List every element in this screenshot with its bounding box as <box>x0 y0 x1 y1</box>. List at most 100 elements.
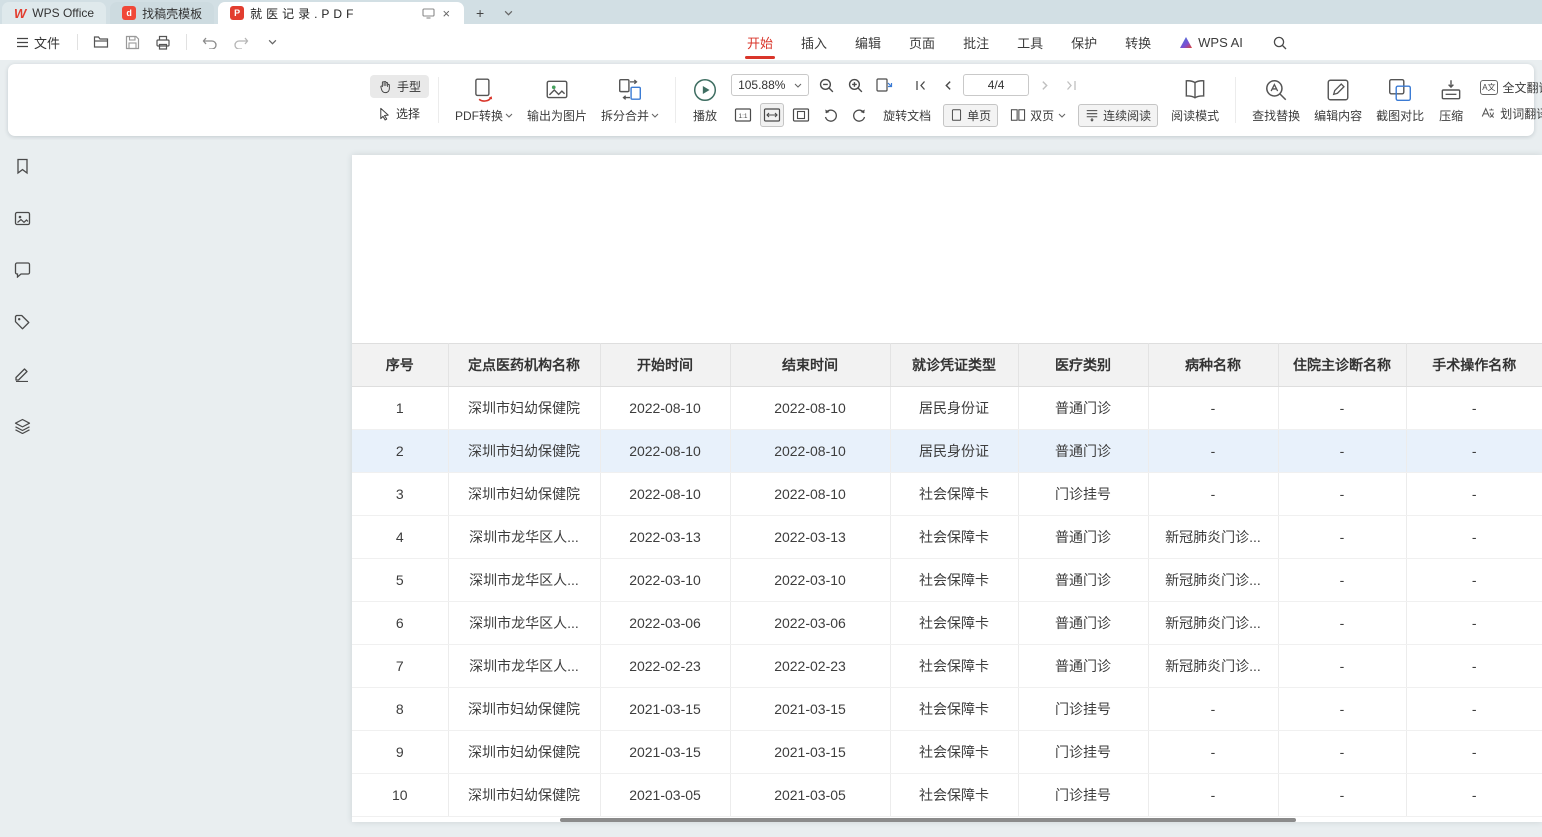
tab-list-chevron-icon[interactable] <box>498 3 518 23</box>
thumbnail-icon[interactable] <box>8 204 36 232</box>
hamburger-icon <box>16 37 29 48</box>
ribbon-tab-label: 保护 <box>1071 33 1097 52</box>
split-merge-button[interactable]: 拆分合并 <box>594 73 666 128</box>
tag-icon[interactable] <box>8 308 36 336</box>
ribbon-tab-label: 页面 <box>909 33 935 52</box>
table-cell: 2021-03-05 <box>600 774 730 817</box>
bookmark-icon[interactable] <box>8 152 36 180</box>
horizontal-scrollbar-thumb[interactable] <box>560 818 1296 822</box>
pdf-convert-button[interactable]: PDF转换 <box>448 73 520 128</box>
sign-pen-icon[interactable] <box>8 360 36 388</box>
history-chevron-icon[interactable] <box>260 30 284 54</box>
find-replace-icon <box>1263 77 1289 103</box>
ribbon-tab-label: 开始 <box>747 33 773 52</box>
edit-content-button[interactable]: 编辑内容 <box>1307 73 1369 128</box>
print-icon[interactable] <box>151 30 175 54</box>
tab-wps-office-home[interactable]: W WPS Office <box>2 2 106 24</box>
ribbon-tab-开始[interactable]: 开始 <box>733 24 787 60</box>
export-image-button[interactable]: 输出为图片 <box>520 73 594 128</box>
rotate-left-button[interactable] <box>818 103 842 127</box>
table-cell: 深圳市龙华区人... <box>448 559 600 602</box>
actual-size-button[interactable]: 1:1 <box>731 103 755 127</box>
full-translate-button[interactable]: A文 全文翻译 <box>1475 77 1542 98</box>
table-cell: 2022-08-10 <box>730 387 890 430</box>
open-folder-icon[interactable] <box>89 30 113 54</box>
ribbon-tab-label: 工具 <box>1017 33 1043 52</box>
undo-icon[interactable] <box>198 30 222 54</box>
new-tab-button[interactable]: + <box>470 3 490 23</box>
ribbon-tab-转换[interactable]: 转换 <box>1111 24 1165 60</box>
fit-width-button[interactable] <box>760 103 784 127</box>
table-cell: - <box>1406 688 1542 731</box>
ribbon-tab-WPS AI[interactable]: WPS AI <box>1165 24 1257 60</box>
screenshot-compare-button[interactable]: 截图对比 <box>1369 73 1431 128</box>
next-page-button[interactable] <box>1032 73 1056 97</box>
layers-icon[interactable] <box>8 412 36 440</box>
tab-document-active[interactable]: P 就医记录.PDF × <box>218 2 464 24</box>
save-icon[interactable] <box>120 30 144 54</box>
table-cell: 社会保障卡 <box>890 731 1018 774</box>
hand-tool-button[interactable]: 手型 <box>370 75 429 98</box>
find-replace-label: 查找替换 <box>1252 107 1300 124</box>
first-page-button[interactable] <box>909 73 933 97</box>
table-header-cell: 结束时间 <box>730 344 890 387</box>
compress-button[interactable]: 压缩 <box>1431 73 1471 128</box>
table-cell: 2021-03-15 <box>600 688 730 731</box>
file-menu-button[interactable]: 文件 <box>10 30 66 55</box>
table-cell: 10 <box>352 774 448 817</box>
table-cell: - <box>1148 774 1278 817</box>
word-translate-button[interactable]: 划词翻译 <box>1475 103 1542 124</box>
ribbon-tab-页面[interactable]: 页面 <box>895 24 949 60</box>
page-indicator-input[interactable] <box>963 74 1029 96</box>
previous-page-button[interactable] <box>936 73 960 97</box>
table-cell: 新冠肺炎门诊... <box>1148 645 1278 688</box>
select-tool-button[interactable]: 选择 <box>370 102 429 125</box>
comment-icon[interactable] <box>8 256 36 284</box>
continuous-read-icon <box>1085 108 1099 122</box>
table-cell: 2022-08-10 <box>730 473 890 516</box>
view-controls: 105.88% <box>731 73 1158 127</box>
table-cell: 社会保障卡 <box>890 473 1018 516</box>
table-cell: 2021-03-15 <box>730 688 890 731</box>
continuous-read-button[interactable]: 连续阅读 <box>1078 104 1158 127</box>
ribbon-tab-编辑[interactable]: 编辑 <box>841 24 895 60</box>
search-icon[interactable] <box>1268 31 1292 55</box>
zoom-select[interactable]: 105.88% <box>731 74 809 96</box>
compress-label: 压缩 <box>1439 107 1463 124</box>
table-cell: - <box>1278 688 1406 731</box>
book-icon <box>1182 77 1208 103</box>
table-cell: 2022-03-13 <box>730 516 890 559</box>
ribbon-tab-保护[interactable]: 保护 <box>1057 24 1111 60</box>
ribbon-tab-工具[interactable]: 工具 <box>1003 24 1057 60</box>
find-replace-button[interactable]: 查找替换 <box>1245 73 1307 128</box>
single-page-button[interactable]: 单页 <box>943 104 998 127</box>
read-mode-button[interactable]: 阅读模式 <box>1164 73 1226 128</box>
rotate-document-label[interactable]: 旋转文档 <box>876 104 938 127</box>
divider <box>438 77 439 123</box>
table-row: 7深圳市龙华区人...2022-02-232022-02-23社会保障卡普通门诊… <box>352 645 1542 688</box>
table-cell: - <box>1406 387 1542 430</box>
ribbon-tab-批注[interactable]: 批注 <box>949 24 1003 60</box>
table-header-cell: 定点医药机构名称 <box>448 344 600 387</box>
zoom-in-button[interactable] <box>843 73 867 97</box>
ribbon-tab-label: 编辑 <box>855 33 881 52</box>
table-cell: 4 <box>352 516 448 559</box>
play-button[interactable]: 播放 <box>685 73 725 128</box>
table-cell: 深圳市妇幼保健院 <box>448 774 600 817</box>
redo-icon[interactable] <box>229 30 253 54</box>
rotate-right-button[interactable] <box>847 103 871 127</box>
last-page-button[interactable] <box>1059 73 1083 97</box>
document-tab-title: 就医记录.PDF <box>250 5 415 22</box>
ribbon-tab-插入[interactable]: 插入 <box>787 24 841 60</box>
table-cell: 2022-08-10 <box>600 387 730 430</box>
close-tab-icon[interactable]: × <box>441 7 453 20</box>
tab-docer-templates[interactable]: d 找稿壳模板 <box>110 2 214 24</box>
fit-window-button[interactable] <box>872 73 896 97</box>
double-page-button[interactable]: 双页 <box>1003 104 1073 127</box>
table-cell: 2021-03-05 <box>730 774 890 817</box>
table-cell: - <box>1278 602 1406 645</box>
fit-page-button[interactable] <box>789 103 813 127</box>
table-cell: 深圳市龙华区人... <box>448 645 600 688</box>
zoom-out-button[interactable] <box>814 73 838 97</box>
ribbon-tab-label: WPS AI <box>1198 35 1243 50</box>
